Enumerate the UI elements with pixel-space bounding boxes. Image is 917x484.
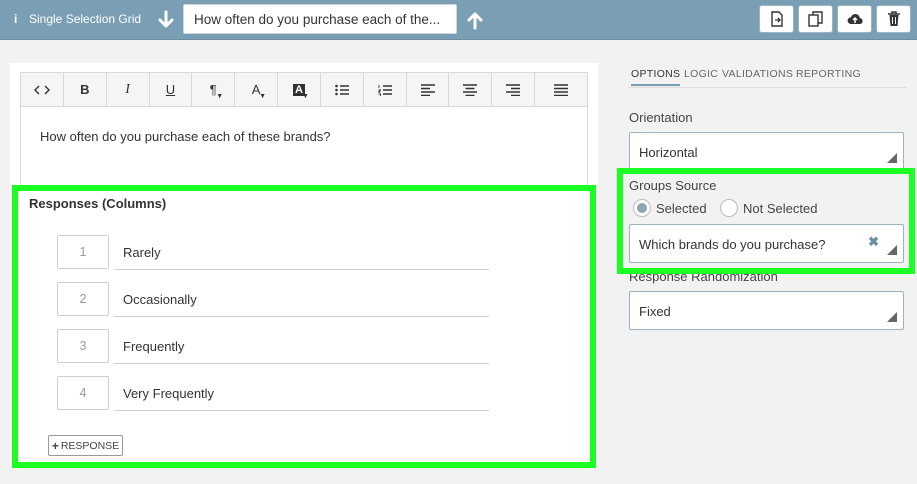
response-row: 1 Rarely	[57, 235, 489, 270]
groups-source-label: Groups Source	[629, 178, 717, 193]
bulleted-list-button[interactable]	[321, 73, 364, 106]
responses-title: Responses (Columns)	[29, 196, 167, 211]
question-text[interactable]: How often do you purchase each of these …	[40, 129, 331, 144]
italic-button[interactable]: I	[107, 73, 150, 106]
response-label[interactable]: Rarely	[114, 235, 489, 270]
not-selected-radio-label[interactable]: Not Selected	[743, 201, 817, 216]
trash-icon	[887, 11, 900, 26]
response-label[interactable]: Occasionally	[114, 282, 489, 317]
align-center-icon	[463, 83, 478, 96]
dropdown-caret-icon	[887, 245, 897, 255]
align-right-button[interactable]	[492, 73, 536, 106]
tab-reporting[interactable]: REPORTING	[796, 68, 861, 80]
response-number[interactable]: 1	[57, 235, 109, 269]
dropdown-caret-icon	[887, 153, 897, 163]
font-color-button[interactable]: A ▼	[235, 73, 279, 106]
question-title-field[interactable]: How often do you purchase each of the...	[183, 4, 457, 34]
bold-button[interactable]: B	[64, 73, 107, 106]
upload-button[interactable]	[837, 5, 872, 33]
dropdown-caret-icon	[887, 312, 897, 322]
paragraph-button[interactable]: ¶ ▼	[192, 73, 236, 106]
numbered-list-button[interactable]	[364, 73, 407, 106]
tab-logic[interactable]: LOGIC	[684, 68, 718, 80]
duplicate-button[interactable]	[798, 5, 833, 33]
groups-source-select[interactable]: Which brands do you purchase? ✖	[629, 224, 904, 263]
selected-radio-label[interactable]: Selected	[656, 201, 707, 216]
align-center-button[interactable]	[449, 73, 493, 106]
background-color-button[interactable]: A ▼	[278, 73, 321, 106]
panel-tabs: OPTIONS LOGIC VALIDATIONS REPORTING	[628, 68, 906, 88]
plus-icon: +	[51, 438, 59, 453]
add-response-button[interactable]: + RESPONSE	[48, 435, 123, 456]
response-number[interactable]: 3	[57, 329, 109, 363]
response-label[interactable]: Very Frequently	[114, 376, 489, 411]
info-icon[interactable]: i	[14, 12, 17, 26]
response-row: 2 Occasionally	[57, 282, 489, 317]
response-row: 3 Frequently	[57, 329, 489, 364]
export-icon	[770, 11, 783, 27]
justify-icon	[554, 83, 569, 96]
justify-button[interactable]	[535, 73, 587, 106]
move-down-icon[interactable]	[157, 10, 175, 30]
response-row: 4 Very Frequently	[57, 376, 489, 411]
tab-options[interactable]: OPTIONS	[631, 68, 681, 86]
selected-radio[interactable]	[633, 199, 651, 217]
clear-icon[interactable]: ✖	[868, 234, 879, 250]
tab-validations[interactable]: VALIDATIONS	[722, 68, 793, 80]
export-button[interactable]	[759, 5, 794, 33]
question-type-label: Single Selection Grid	[29, 12, 142, 26]
response-number[interactable]: 2	[57, 282, 109, 316]
format-toolbar: B I U ¶ ▼ A ▼ A ▼	[20, 72, 588, 107]
not-selected-radio[interactable]	[720, 199, 738, 217]
response-label[interactable]: Frequently	[114, 329, 489, 364]
underline-button[interactable]: U	[150, 73, 193, 106]
randomization-select[interactable]: Fixed	[629, 291, 904, 330]
orientation-label: Orientation	[629, 110, 693, 125]
delete-button[interactable]	[876, 5, 911, 33]
code-icon	[33, 85, 50, 94]
align-left-button[interactable]	[407, 73, 450, 106]
orientation-select[interactable]: Horizontal	[629, 132, 904, 171]
question-text-area[interactable]: How often do you purchase each of these …	[20, 107, 588, 187]
move-up-icon[interactable]	[466, 10, 484, 30]
response-number[interactable]: 4	[57, 376, 109, 410]
top-bar: i Single Selection Grid How often do you…	[0, 0, 917, 40]
align-right-icon	[506, 83, 521, 96]
align-left-icon	[420, 83, 435, 96]
code-button[interactable]	[21, 73, 64, 106]
cloud-upload-icon	[847, 13, 863, 25]
numbered-list-icon	[377, 84, 392, 96]
bulleted-list-icon	[335, 84, 349, 95]
randomization-label: Response Randomization	[629, 269, 778, 284]
duplicate-icon	[807, 11, 823, 27]
